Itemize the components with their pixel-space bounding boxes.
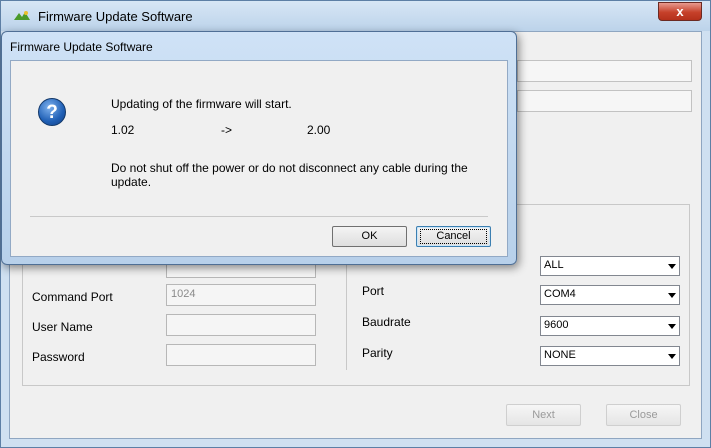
baudrate-label: Baudrate — [362, 315, 411, 329]
chevron-down-icon — [668, 293, 676, 298]
next-button[interactable]: Next — [506, 404, 581, 426]
chevron-down-icon — [668, 324, 676, 329]
version-from: 1.02 — [111, 123, 135, 137]
version-arrow: -> — [221, 123, 233, 137]
app-icon — [14, 11, 30, 20]
cancel-button[interactable]: Cancel — [416, 226, 491, 247]
parity-label: Parity — [362, 346, 393, 360]
command-port-label: Command Port — [32, 290, 113, 304]
main-title-bar[interactable]: Firmware Update Software x — [1, 1, 710, 31]
port-select[interactable]: COM4 — [540, 285, 680, 305]
password-input[interactable] — [166, 344, 316, 366]
top-field-2 — [517, 90, 692, 112]
command-port-input[interactable]: 1024 — [166, 284, 316, 306]
password-label: Password — [32, 350, 85, 364]
port-label: Port — [362, 284, 385, 298]
window-close-button[interactable]: x — [658, 2, 702, 21]
close-button[interactable]: Close — [606, 404, 681, 426]
dialog-message: Updating of the firmware will start. — [111, 97, 292, 111]
chevron-down-icon — [668, 264, 676, 269]
first-combo[interactable]: ALL — [540, 256, 680, 276]
warning-line-1: Do not shut off the power or do not disc… — [111, 161, 468, 175]
top-field-1 — [517, 60, 692, 82]
warning-line-2: update. — [111, 175, 152, 189]
dialog-title: Firmware Update Software — [10, 40, 153, 54]
chevron-down-icon — [668, 354, 676, 359]
dialog-separator — [30, 216, 488, 217]
port-value: COM4 — [544, 288, 576, 300]
version-to: 2.00 — [307, 123, 331, 137]
first-combo-value: ALL — [544, 259, 564, 271]
question-icon: ? — [38, 98, 66, 126]
dialog-body: ? Updating of the firmware will start. 1… — [10, 60, 508, 257]
parity-value: NONE — [544, 349, 576, 361]
main-window-title: Firmware Update Software — [38, 9, 193, 24]
confirm-dialog: Firmware Update Software ? Updating of t… — [1, 31, 517, 265]
ok-button[interactable]: OK — [332, 226, 407, 247]
focus-rectangle — [420, 229, 487, 244]
baudrate-select[interactable]: 9600 — [540, 316, 680, 336]
parity-select[interactable]: NONE — [540, 346, 680, 366]
baudrate-value: 9600 — [544, 319, 569, 331]
user-name-label: User Name — [32, 320, 93, 334]
user-name-input[interactable] — [166, 314, 316, 336]
